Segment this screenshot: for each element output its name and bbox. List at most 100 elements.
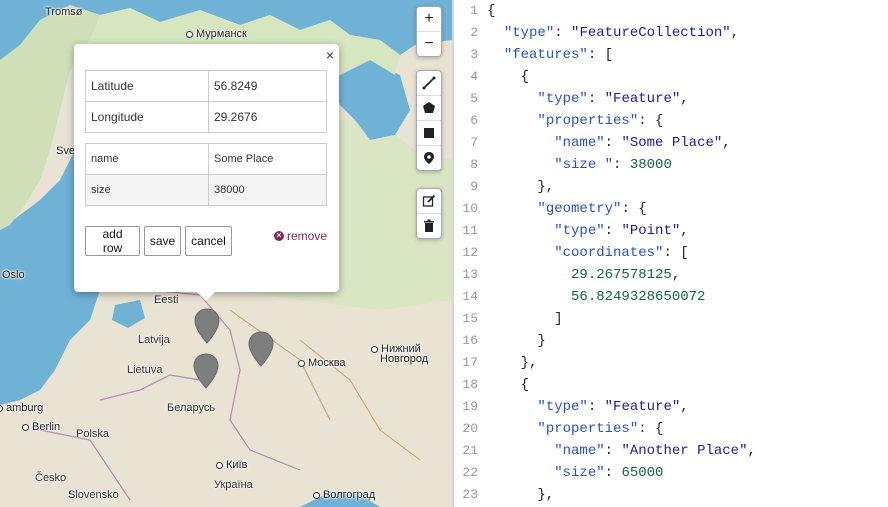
- code-line[interactable]: 1{: [454, 0, 888, 22]
- code-token: ,: [680, 223, 689, 239]
- line-number: 18: [462, 377, 478, 392]
- code-line[interactable]: 21 "name": "Another Place",: [454, 440, 888, 462]
- code-line[interactable]: 10 "geometry": {: [454, 198, 888, 220]
- city-label: Berlin: [22, 421, 60, 433]
- code-line[interactable]: 4 {: [454, 66, 888, 88]
- line-number: 3: [470, 47, 478, 62]
- code-line[interactable]: 8 "size ": 38000: [454, 154, 888, 176]
- city-label: Новгород: [380, 353, 429, 365]
- code-token: :: [613, 157, 630, 173]
- code-line[interactable]: 23 },: [454, 484, 888, 506]
- remove-button[interactable]: ✕ remove: [273, 229, 327, 243]
- code-token: "Another Place": [621, 443, 748, 459]
- code-line[interactable]: 3 "features": [: [454, 44, 888, 66]
- code-token: "features": [503, 47, 588, 63]
- code-token: : [: [663, 245, 689, 261]
- property-key-input[interactable]: size: [85, 174, 209, 206]
- longitude-value[interactable]: 29.2676: [208, 101, 327, 133]
- code-line[interactable]: 19 "type": "Feature",: [454, 396, 888, 418]
- code-token: "size ": [554, 157, 614, 173]
- code-line[interactable]: 5 "type": "Feature",: [454, 88, 888, 110]
- code-line[interactable]: 14 56.8249328650072: [454, 286, 888, 308]
- country-label: Česko: [35, 472, 67, 484]
- code-token: },: [487, 487, 555, 503]
- country-label: Latvija: [138, 334, 170, 346]
- code-token: 56.8249328650072: [571, 289, 706, 305]
- table-row: Latitude 56.8249: [85, 70, 327, 102]
- code-line[interactable]: 9 },: [454, 176, 888, 198]
- city-label: Tromsø: [45, 6, 83, 18]
- line-number: 6: [470, 113, 478, 128]
- code-token: "type": [503, 25, 555, 41]
- code-token: ,: [722, 135, 731, 151]
- code-line[interactable]: 13 29.267578125,: [454, 264, 888, 286]
- code-token: "Some Place": [621, 135, 723, 151]
- code-token: "properties": [537, 421, 639, 437]
- table-row: size 38000: [85, 174, 327, 206]
- zoom-in-button[interactable]: +: [417, 7, 441, 32]
- code-line[interactable]: 6 "properties": {: [454, 110, 888, 132]
- code-token: "properties": [537, 113, 639, 129]
- save-button[interactable]: save: [144, 226, 181, 256]
- code-line[interactable]: 11 "type": "Point",: [454, 220, 888, 242]
- edit-icon: [422, 194, 436, 207]
- code-line[interactable]: 2 "type": "FeatureCollection",: [454, 22, 888, 44]
- property-value-input[interactable]: Some Place: [208, 143, 327, 175]
- line-number: 7: [470, 135, 478, 150]
- cancel-button[interactable]: cancel: [185, 226, 232, 256]
- code-line[interactable]: 18 {: [454, 374, 888, 396]
- country-label: Eesti: [154, 294, 179, 306]
- code-line[interactable]: 16 }: [454, 330, 888, 352]
- property-value-input[interactable]: 38000: [208, 174, 327, 206]
- latitude-value[interactable]: 56.8249: [208, 70, 327, 102]
- trash-icon: [424, 219, 434, 232]
- code-line[interactable]: 22 "size": 65000: [454, 462, 888, 484]
- add-row-button[interactable]: add row: [85, 226, 140, 256]
- line-number: 5: [470, 91, 478, 106]
- code-token: "coordinates": [554, 245, 664, 261]
- popup-tip: [196, 291, 216, 301]
- map-marker[interactable]: [248, 331, 274, 367]
- code-line[interactable]: 15 ]: [454, 308, 888, 330]
- json-editor[interactable]: 1{2 "type": "FeatureCollection", 3 "featu…: [454, 0, 888, 507]
- line-number: 22: [462, 465, 478, 480]
- property-key-input[interactable]: name: [85, 143, 209, 175]
- map-view[interactable]: Tromsø Мурманск Sve Oslo Eesti Latvija L…: [0, 0, 452, 507]
- code-line[interactable]: 17 },: [454, 352, 888, 374]
- line-number: 10: [462, 201, 478, 216]
- draw-rectangle-button[interactable]: [417, 121, 441, 146]
- city-label: Волгоград: [313, 489, 375, 501]
- draw-marker-button[interactable]: [417, 146, 441, 170]
- delete-layers-button[interactable]: [417, 214, 441, 238]
- code-token: "Feature": [604, 91, 681, 107]
- line-number: 16: [462, 333, 478, 348]
- rectangle-icon: [424, 128, 434, 138]
- code-line[interactable]: 12 "coordinates": [: [454, 242, 888, 264]
- code-line[interactable]: 20 "properties": {: [454, 418, 888, 440]
- zoom-out-button[interactable]: −: [417, 32, 441, 56]
- map-marker[interactable]: [193, 353, 219, 389]
- draw-polyline-button[interactable]: [417, 71, 441, 96]
- map-marker[interactable]: [194, 308, 220, 344]
- edit-toolbar: [416, 188, 442, 239]
- code-token: : {: [638, 113, 664, 129]
- city-label: Oslo: [2, 269, 25, 281]
- code-token: 29.267578125: [571, 267, 672, 283]
- line-number: 14: [462, 289, 478, 304]
- code-token: :: [604, 223, 622, 239]
- draw-polygon-button[interactable]: [417, 96, 441, 121]
- line-number: 19: [462, 399, 478, 414]
- code-line[interactable]: 7 "name": "Some Place",: [454, 132, 888, 154]
- code-token: "FeatureCollection": [571, 25, 731, 41]
- edit-layers-button[interactable]: [417, 189, 441, 214]
- code-token: :: [587, 399, 605, 415]
- country-label: Lietuva: [127, 364, 163, 376]
- popup-close-button[interactable]: ×: [326, 47, 334, 63]
